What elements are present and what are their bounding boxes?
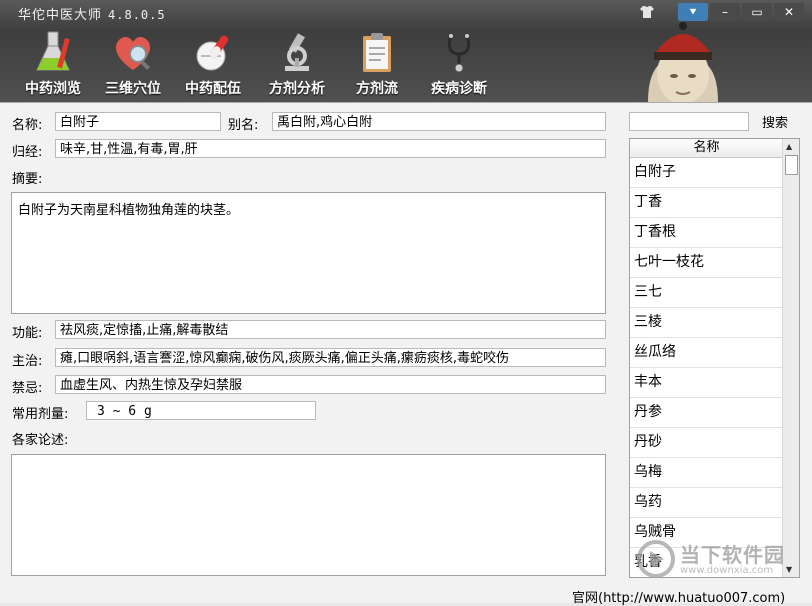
watermark-logo: 当下软件园 www.downxia.com — [636, 535, 796, 583]
flask-icon — [36, 31, 70, 71]
commentary-textarea[interactable] — [11, 454, 606, 576]
toolbar-prescription-analysis[interactable]: 方剂分析 — [262, 30, 332, 100]
dosage-field[interactable]: 3 ~ 6 g — [86, 401, 316, 420]
doctor-portrait-image — [648, 22, 718, 102]
list-item[interactable]: 乌梅 — [630, 458, 783, 488]
list-item[interactable]: 丁香 — [630, 188, 783, 218]
search-input[interactable] — [629, 112, 749, 131]
list-item[interactable]: 三棱 — [630, 308, 783, 338]
toolbar-label: 疾病诊断 — [431, 81, 487, 97]
toolbar-label: 方剂分析 — [269, 81, 325, 97]
alias-label: 别名: — [228, 118, 259, 133]
dosage-label: 常用剂量: — [12, 407, 69, 422]
watermark-url: www.downxia.com — [680, 565, 774, 576]
contraindication-label: 禁忌: — [12, 381, 43, 396]
watermark-title: 当下软件园 — [680, 543, 785, 567]
search-button[interactable]: 搜索 — [762, 112, 788, 131]
meridian-label: 归经: — [12, 145, 43, 160]
window-controls: ⯆ – ▭ ✕ — [678, 3, 804, 21]
toolbar-prescription-flow[interactable]: 方剂流 — [342, 30, 412, 100]
toolbar-label: 中药配伍 — [185, 81, 241, 97]
list-rows: 白附子 丁香 丁香根 七叶一枝花 三七 三棱 丝瓜络 丰本 丹参 丹砂 乌梅 乌… — [630, 158, 783, 577]
name-field[interactable]: 白附子 — [55, 112, 221, 131]
list-scrollbar[interactable]: ▲ ▼ — [782, 139, 799, 577]
minimize-button[interactable]: – — [710, 3, 740, 21]
main-panel: 名称: 白附子 别名: 禹白附,鸡心白附 归经: 味辛,甘,性温,有毒,胃,肝 … — [0, 102, 812, 606]
toolbar-label: 三维穴位 — [105, 81, 161, 97]
list-item[interactable]: 乌药 — [630, 488, 783, 518]
clipboard-icon — [363, 33, 391, 72]
list-item[interactable]: 七叶一枝花 — [630, 248, 783, 278]
toolbar-herb-combination[interactable]: 中药配伍 — [178, 30, 248, 100]
list-item[interactable]: 三七 — [630, 278, 783, 308]
list-item[interactable]: 丹砂 — [630, 428, 783, 458]
summary-label: 摘要: — [12, 172, 43, 187]
scroll-thumb[interactable] — [785, 155, 798, 175]
skin-shirt-icon[interactable] — [640, 6, 654, 18]
maximize-button[interactable]: ▭ — [742, 3, 772, 21]
scroll-up-arrow-icon[interactable]: ▲ — [786, 142, 792, 151]
list-item[interactable]: 丝瓜络 — [630, 338, 783, 368]
stethoscope-icon — [447, 34, 471, 73]
alias-field[interactable]: 禹白附,鸡心白附 — [272, 112, 606, 131]
list-item[interactable]: 白附子 — [630, 158, 783, 188]
window-title: 华佗中医大师 4.8.0.5 — [18, 4, 166, 23]
function-field[interactable]: 祛风痰,定惊搐,止痛,解毒散结 — [55, 320, 606, 339]
header-bar: 华佗中医大师 4.8.0.5 ⯆ – ▭ ✕ 中药浏览 三维穴位 中药配伍 方剂… — [0, 0, 812, 102]
app-window: 华佗中医大师 4.8.0.5 ⯆ – ▭ ✕ 中药浏览 三维穴位 中药配伍 方剂… — [0, 0, 812, 606]
list-item[interactable]: 丰本 — [630, 368, 783, 398]
app-name: 华佗中医大师 — [18, 8, 103, 23]
toolbar-disease-diagnosis[interactable]: 疾病诊断 — [422, 30, 496, 100]
indication-field[interactable]: 瘫,口眼㖞斜,语言謇涩,惊风癫痫,破伤风,痰厥头痛,偏正头痛,瘰疬痰核,毒蛇咬伤 — [55, 348, 606, 367]
heart-magnifier-icon — [115, 36, 151, 70]
watermark-icon — [637, 540, 675, 578]
list-item[interactable]: 丁香根 — [630, 218, 783, 248]
toolbar-herb-browse[interactable]: 中药浏览 — [18, 30, 88, 100]
toolbar-3d-acupoint[interactable]: 三维穴位 — [98, 30, 168, 100]
function-label: 功能: — [12, 326, 43, 341]
indication-label: 主治: — [12, 354, 43, 369]
name-label: 名称: — [12, 118, 43, 133]
close-button[interactable]: ✕ — [774, 3, 804, 21]
list-column-header[interactable]: 名称 — [630, 139, 783, 158]
contraindication-field[interactable]: 血虚生风、内热生惊及孕妇禁服 — [55, 375, 606, 394]
dropdown-menu-button[interactable]: ⯆ — [678, 3, 708, 21]
official-site-link[interactable]: 官网(http://www.huatuo007.com) — [572, 587, 785, 606]
microscope-icon — [285, 33, 309, 71]
list-item[interactable]: 丹参 — [630, 398, 783, 428]
app-version: 4.8.0.5 — [108, 8, 166, 22]
commentary-label: 各家论述: — [12, 433, 69, 448]
summary-textarea[interactable]: 白附子为天南星科植物独角莲的块茎。 — [11, 192, 606, 314]
meridian-field[interactable]: 味辛,甘,性温,有毒,胃,肝 — [55, 139, 606, 158]
toolbar-label: 中药浏览 — [25, 81, 81, 97]
pills-icon — [196, 35, 229, 71]
toolbar-label: 方剂流 — [356, 81, 398, 97]
herb-list: 名称 白附子 丁香 丁香根 七叶一枝花 三七 三棱 丝瓜络 丰本 丹参 丹砂 乌… — [629, 138, 800, 578]
